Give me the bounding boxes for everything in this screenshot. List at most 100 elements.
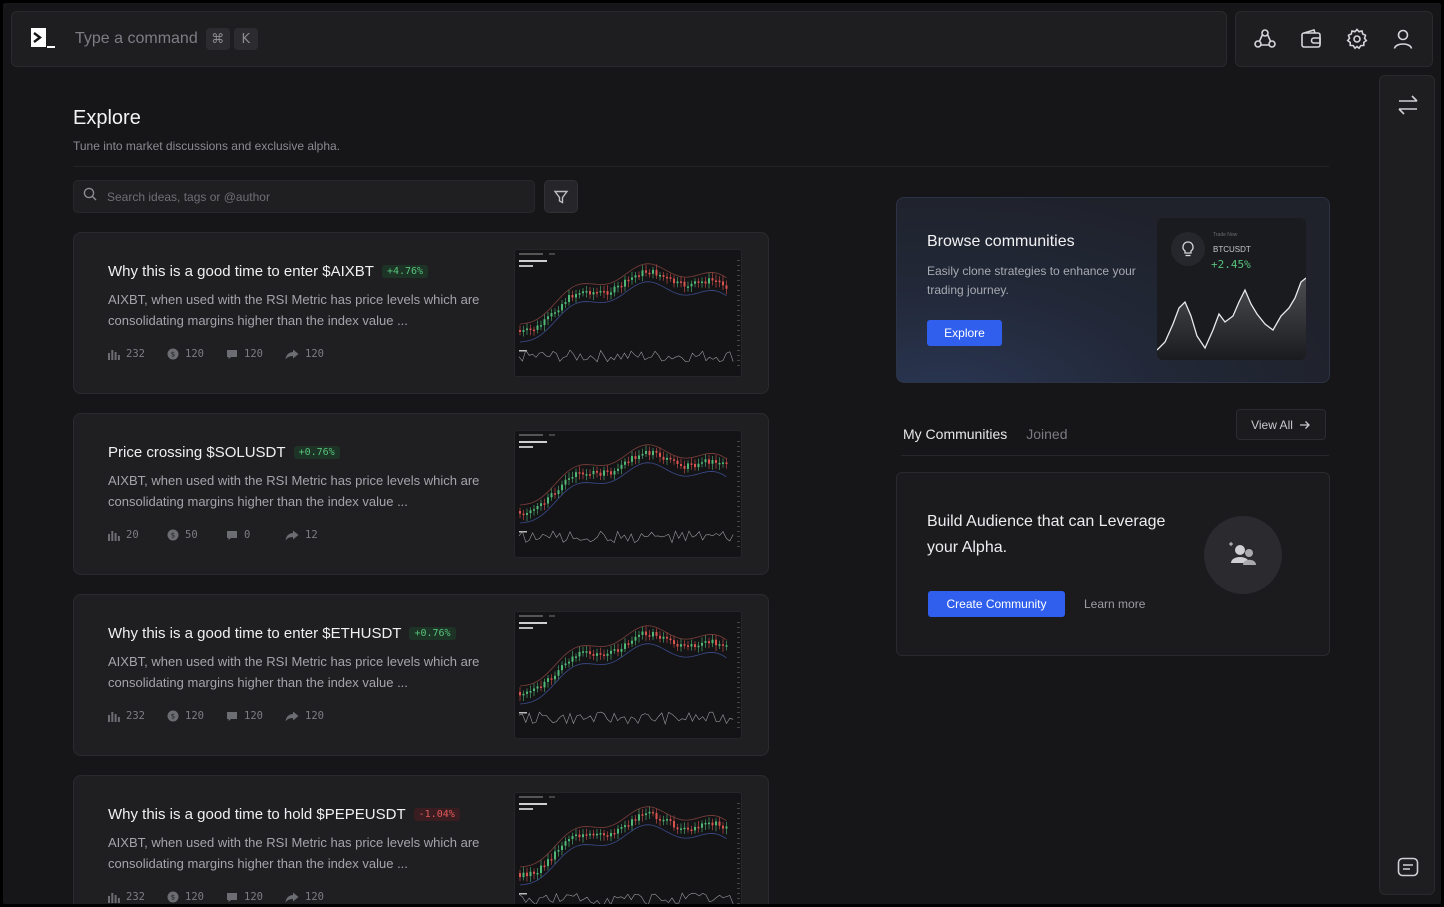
- comments-stat: 120: [226, 348, 285, 360]
- create-community-button[interactable]: Create Community: [928, 591, 1065, 617]
- coins-stat: $ 50: [167, 529, 226, 541]
- comments-stat: 120: [226, 891, 285, 903]
- coin-icon: $: [167, 529, 179, 541]
- browse-description: Easily clone strategies to enhance your …: [927, 264, 1136, 297]
- shares-stat: 120: [285, 348, 344, 360]
- trade-preview-card[interactable]: Trade Now BTCUSDT +2.45%: [1157, 218, 1306, 360]
- views-stat: 20: [108, 529, 167, 541]
- svg-text:$: $: [171, 713, 175, 721]
- idea-card[interactable]: Price crossing $SOLUSDT +0.76% AIXBT, wh…: [73, 413, 769, 575]
- command-placeholder[interactable]: Type a command: [75, 30, 198, 48]
- idea-title: Why this is a good time to enter $AIXBT: [108, 263, 374, 280]
- share-arrow-icon: [285, 711, 299, 721]
- build-title: Build Audience that can Leverage your Al…: [927, 513, 1166, 556]
- search-icon: [83, 187, 97, 206]
- tab-my-communities[interactable]: My Communities: [903, 426, 1007, 442]
- idea-title: Why this is a good time to hold $PEPEUSD…: [108, 806, 406, 823]
- chat-icon[interactable]: [1395, 854, 1421, 880]
- command-bar[interactable]: Type a command ⌘ K: [11, 11, 1227, 67]
- learn-more-link[interactable]: Learn more: [1084, 597, 1145, 611]
- sparkline: [1157, 277, 1306, 360]
- arrow-right-icon: [1299, 420, 1310, 429]
- community-tabs: My Communities Joined: [903, 426, 1068, 442]
- views-count: 232: [126, 348, 145, 360]
- idea-card[interactable]: Why this is a good time to enter $ETHUSD…: [73, 594, 769, 756]
- profile-icon[interactable]: [1389, 25, 1417, 53]
- chart-thumbnail: [514, 611, 742, 739]
- views-count: 20: [126, 529, 139, 541]
- header-divider: [73, 166, 1329, 167]
- idea-title-row: Why this is a good time to enter $AIXBT …: [108, 263, 429, 280]
- k-key-badge: K: [233, 28, 258, 50]
- idea-title-row: Why this is a good time to enter $ETHUSD…: [108, 625, 456, 642]
- comments-stat: 120: [226, 710, 285, 722]
- idea-description: AIXBT, when used with the RSI Metric has…: [108, 292, 480, 328]
- coin-icon: $: [167, 891, 179, 903]
- view-all-label: View All: [1251, 417, 1293, 432]
- shares-stat: 120: [285, 891, 344, 903]
- idea-title-row: Price crossing $SOLUSDT +0.76%: [108, 444, 340, 461]
- comment-icon: [227, 892, 237, 902]
- shares-count: 120: [305, 348, 324, 360]
- price-change-badge: +4.76%: [381, 265, 429, 278]
- bar-chart-icon: [108, 530, 120, 541]
- shares-count: 12: [305, 529, 318, 541]
- comments-count: 120: [244, 710, 263, 722]
- right-rail: [1379, 75, 1435, 895]
- comments-stat: 0: [226, 529, 285, 541]
- comments-count: 120: [244, 891, 263, 903]
- cmd-key-badge: ⌘: [205, 28, 230, 50]
- coins-count: 50: [185, 529, 198, 541]
- trade-change: +2.45%: [1211, 258, 1251, 271]
- search-input[interactable]: [107, 189, 507, 204]
- candlestick-chart-graphic: [518, 615, 740, 728]
- idea-stats: 232 $ 120 120 120: [108, 710, 344, 722]
- view-all-button[interactable]: View All: [1236, 409, 1326, 440]
- coins-count: 120: [185, 348, 204, 360]
- swap-icon[interactable]: [1395, 92, 1421, 118]
- svg-text:$: $: [171, 894, 175, 902]
- terminal-logo-icon: [30, 27, 56, 51]
- price-change-badge: +0.76%: [409, 627, 456, 640]
- views-count: 232: [126, 710, 145, 722]
- comment-icon: [227, 349, 237, 359]
- filter-icon: [553, 190, 569, 204]
- share-arrow-icon: [285, 530, 299, 540]
- idea-description: AIXBT, when used with the RSI Metric has…: [108, 473, 480, 509]
- filter-button[interactable]: [544, 180, 578, 213]
- idea-title: Price crossing $SOLUSDT: [108, 444, 286, 461]
- tabs-divider: [901, 455, 1329, 456]
- views-stat: 232: [108, 710, 167, 722]
- coins-stat: $ 120: [167, 710, 226, 722]
- community-icon[interactable]: [1251, 25, 1279, 53]
- page-title: Explore: [73, 107, 141, 129]
- idea-title-row: Why this is a good time to hold $PEPEUSD…: [108, 806, 460, 823]
- share-arrow-icon: [285, 349, 299, 359]
- idea-card[interactable]: Why this is a good time to hold $PEPEUSD…: [73, 775, 769, 904]
- explore-button[interactable]: Explore: [927, 320, 1002, 346]
- idea-stats: 20 $ 50 0 12: [108, 529, 344, 541]
- shares-stat: 120: [285, 710, 344, 722]
- tab-joined[interactable]: Joined: [1026, 426, 1067, 442]
- app-window: Type a command ⌘ K Explore Tune into mar…: [3, 3, 1441, 904]
- chart-thumbnail: [514, 792, 742, 904]
- settings-icon[interactable]: [1343, 25, 1371, 53]
- comments-count: 0: [244, 529, 251, 541]
- comment-icon: [227, 711, 237, 721]
- coins-stat: $ 120: [167, 891, 226, 903]
- idea-description: AIXBT, when used with the RSI Metric has…: [108, 654, 480, 690]
- candlestick-chart-graphic: [518, 796, 740, 904]
- share-arrow-icon: [285, 892, 299, 902]
- comment-icon: [227, 530, 237, 540]
- svg-text:$: $: [171, 351, 175, 359]
- trade-symbol: BTCUSDT: [1213, 245, 1251, 254]
- idea-title: Why this is a good time to enter $ETHUSD…: [108, 625, 402, 642]
- bar-chart-icon: [108, 892, 120, 903]
- top-icon-bar: [1235, 11, 1433, 67]
- chart-thumbnail: [514, 430, 742, 558]
- wallet-icon[interactable]: [1297, 25, 1325, 53]
- coins-count: 120: [185, 891, 204, 903]
- price-change-badge: +0.76%: [293, 446, 340, 459]
- idea-card[interactable]: Why this is a good time to enter $AIXBT …: [73, 232, 769, 394]
- coin-icon: $: [167, 710, 179, 722]
